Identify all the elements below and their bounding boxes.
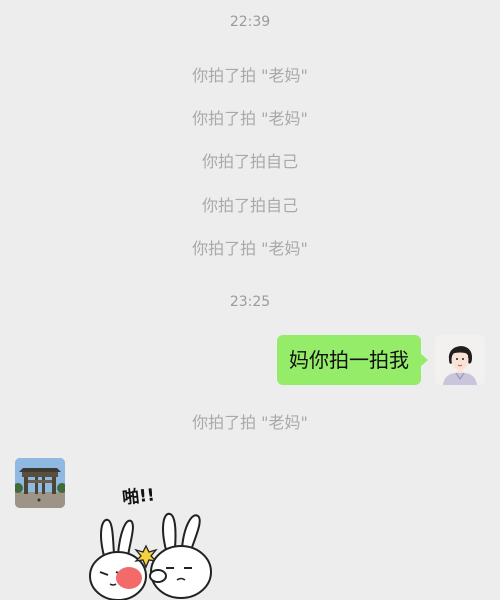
pat-notice: 你拍了拍 "老妈" — [192, 239, 308, 258]
contact-avatar[interactable] — [15, 458, 65, 508]
bubble-tail — [420, 353, 428, 367]
rabbits-icon — [89, 512, 212, 600]
pat-notice: 你拍了拍自己 — [201, 196, 298, 215]
chat-window[interactable]: 22:39 你拍了拍 "老妈" 你拍了拍 "老妈" 你拍了拍自己 你拍了拍自己 … — [0, 0, 500, 600]
pat-notice: 你拍了拍自己 — [201, 152, 298, 171]
timestamp: 22:39 — [229, 14, 271, 30]
timestamp: 23:25 — [229, 294, 271, 310]
woman-portrait-icon — [435, 335, 485, 385]
outgoing-message-bubble[interactable]: 妈你拍一拍我 — [277, 335, 428, 385]
my-avatar[interactable] — [435, 335, 485, 385]
pat-notice: 你拍了拍 "老妈" — [192, 413, 308, 432]
temple-gate-photo-icon — [15, 458, 65, 508]
rabbit-pat-sticker[interactable]: 啪!! — [80, 480, 230, 600]
outgoing-message-text: 妈你拍一拍我 — [289, 348, 409, 372]
pat-notice: 你拍了拍 "老妈" — [192, 109, 308, 128]
pat-notice: 你拍了拍 "老妈" — [192, 66, 308, 85]
